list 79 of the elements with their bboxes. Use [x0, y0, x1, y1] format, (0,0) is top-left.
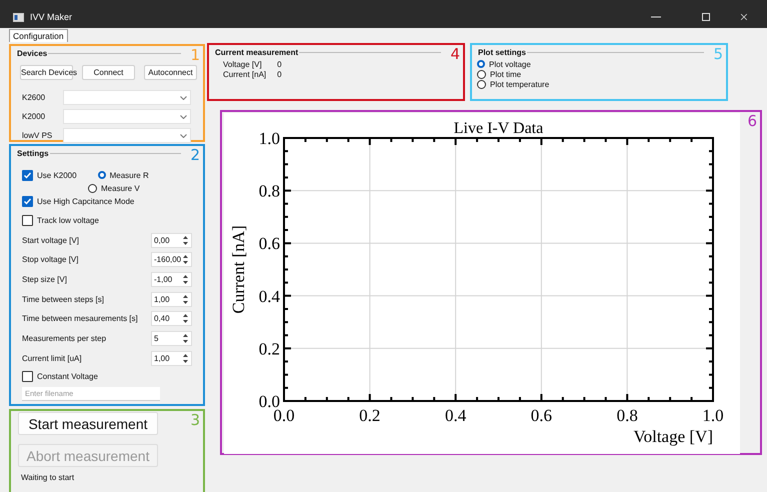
spinner-arrows-icon — [182, 294, 189, 305]
reading-value: 0 — [277, 70, 282, 80]
tick-label: 0.8 — [258, 182, 280, 201]
radio-label: Plot time — [490, 70, 522, 78]
chart-title: Live I-V Data — [454, 120, 544, 137]
reading-label: Current [nA] — [223, 70, 266, 80]
button[interactable]: Start measurement — [18, 412, 158, 435]
checkbox[interactable] — [22, 214, 33, 226]
spin-box[interactable]: 0,40 — [151, 311, 192, 326]
field-label: Time between steps [s] — [22, 294, 105, 304]
checkbox[interactable] — [22, 170, 33, 180]
window-icon — [13, 12, 24, 22]
field-label: lowV PS — [22, 131, 54, 140]
tick-label: 0.6 — [258, 234, 280, 254]
radio-button[interactable] — [98, 171, 106, 179]
radio-label: Measure R — [110, 170, 149, 180]
region-number: 2 — [190, 146, 200, 164]
region-number: 1 — [190, 46, 200, 64]
field-label: Current limit [uA] — [22, 354, 83, 363]
axis-label: Current [nA] — [229, 225, 248, 314]
field-label: Time between mesaurements [s] — [22, 314, 139, 324]
tick-label: 0.4 — [258, 286, 280, 306]
field-label: Start voltage [V] — [22, 236, 80, 244]
reading-value: 0 — [277, 60, 282, 70]
spinner-arrows-icon — [182, 313, 189, 324]
spin-box[interactable]: 5 — [151, 330, 192, 346]
tick-label: 0.4 — [444, 406, 466, 425]
window-title: IVV Maker — [30, 12, 72, 22]
spinner-arrows-icon — [182, 332, 189, 344]
group-title: Plot settings — [478, 48, 526, 57]
tick-label: 0.8 — [616, 406, 638, 425]
spin-box[interactable]: -1,00 — [151, 272, 192, 287]
spinner-arrows-icon — [182, 352, 189, 364]
field-label: Step size [V] — [22, 274, 68, 284]
field-label: Measurements per step — [22, 334, 108, 343]
tab[interactable]: Configuration — [9, 29, 68, 42]
checkbox[interactable] — [22, 370, 33, 382]
spinner-arrows-icon — [182, 254, 189, 266]
spinner-arrows-icon — [182, 234, 189, 246]
radio-button[interactable] — [477, 70, 486, 78]
region-number: 5 — [713, 45, 723, 63]
field-label: Stop voltage [V] — [22, 255, 80, 264]
reading-label: Voltage [V] — [223, 60, 263, 70]
spin-box[interactable]: 1,00 — [151, 292, 192, 307]
group-title: Devices — [17, 49, 48, 58]
region-number: 3 — [190, 411, 200, 429]
checkbox-label: Use K2000 — [37, 170, 77, 180]
button[interactable]: Connect — [82, 65, 135, 80]
tick-label: 1.0 — [258, 129, 280, 148]
caret-icon — [180, 114, 187, 118]
radio-button[interactable] — [477, 80, 486, 88]
checkbox-label: Track low voltage — [37, 216, 99, 224]
region-number: 4 — [450, 45, 460, 63]
radio-button[interactable] — [477, 60, 485, 68]
spin-box[interactable]: 0,00 — [151, 232, 192, 248]
spin-box[interactable]: -160,00 — [151, 252, 192, 268]
spinner-arrows-icon — [182, 274, 189, 285]
checkbox-label: Constant Voltage — [37, 372, 98, 381]
tick-label: 1.0 — [702, 406, 724, 425]
radio-button[interactable] — [88, 184, 97, 192]
axis-label: Voltage [V] — [634, 427, 713, 446]
tick-label: 0.6 — [530, 406, 552, 425]
group-title: Current measurement — [215, 48, 298, 57]
spin-box[interactable]: 1,00 — [151, 350, 192, 366]
checkbox[interactable] — [22, 196, 33, 206]
status-text: Waiting to start — [21, 473, 76, 482]
region-number: 6 — [747, 112, 757, 130]
field-label: K2000 — [22, 112, 46, 121]
group-title: Settings — [17, 149, 49, 158]
radio-label: Plot voltage — [489, 60, 531, 68]
field-label: K2600 — [22, 93, 46, 102]
tick-label: 0.2 — [258, 339, 280, 358]
caret-icon — [180, 134, 187, 138]
button[interactable]: Autoconnect — [144, 65, 197, 80]
checkbox-label: Use High Capcitance Mode — [37, 196, 134, 206]
radio-label: Measure V — [101, 184, 140, 192]
radio-label: Plot temperature — [490, 80, 550, 88]
tick-label: 0.2 — [359, 406, 380, 425]
caret-icon — [180, 96, 187, 100]
